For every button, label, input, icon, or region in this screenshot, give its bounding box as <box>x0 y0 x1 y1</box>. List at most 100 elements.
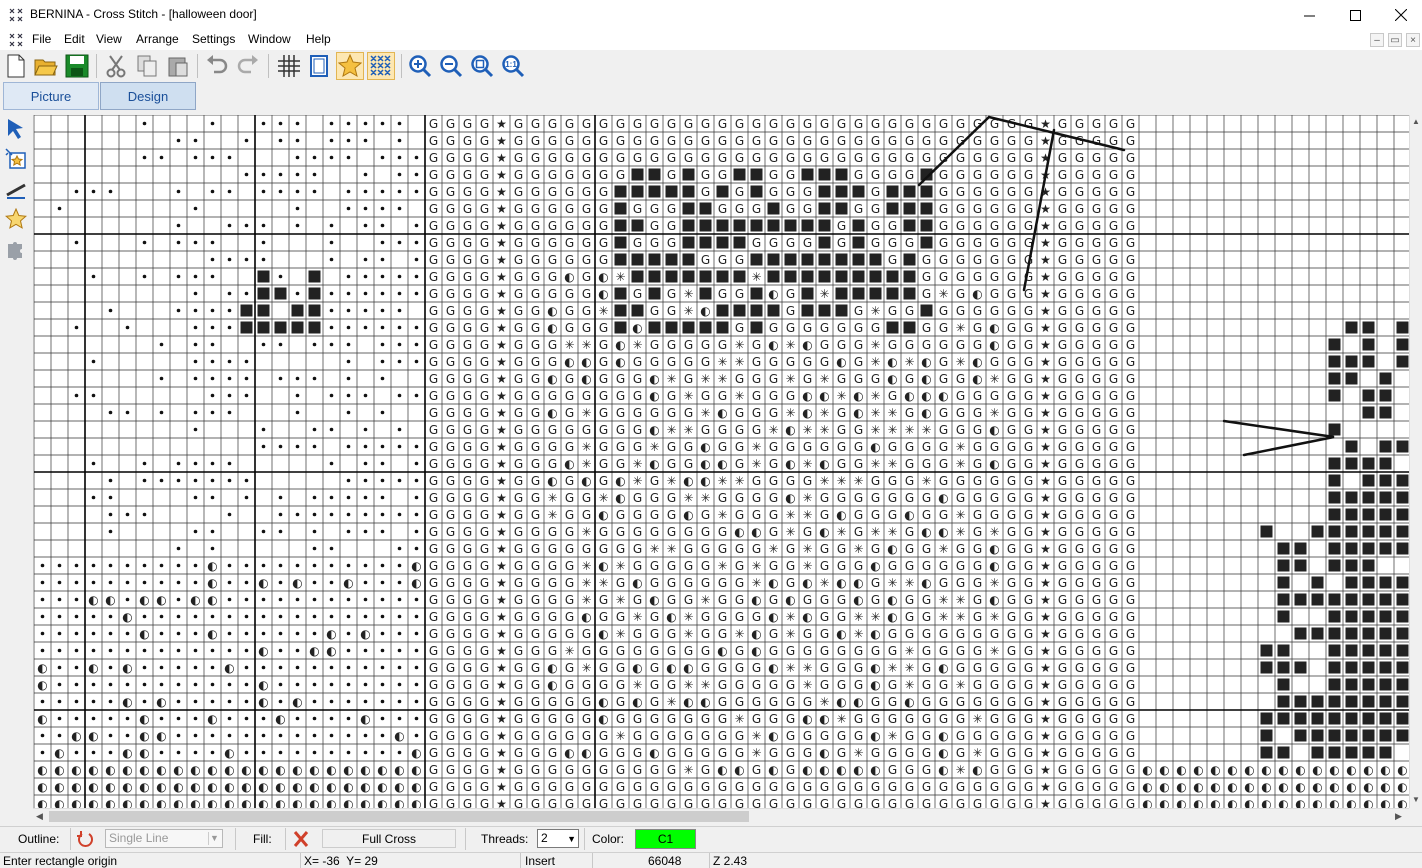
svg-text:✳: ✳ <box>938 287 948 301</box>
svg-text:✳: ✳ <box>683 627 693 641</box>
menu-arrange[interactable]: Arrange <box>136 32 179 46</box>
svg-text:✳: ✳ <box>819 474 829 488</box>
svg-text:G: G <box>701 355 710 369</box>
svg-text:G: G <box>1058 593 1067 607</box>
page-button[interactable] <box>305 52 333 80</box>
svg-text:G: G <box>803 729 812 743</box>
backstitch-tool-button[interactable] <box>3 176 29 202</box>
svg-text:G: G <box>701 508 710 522</box>
maximize-button[interactable] <box>1332 0 1378 30</box>
svg-text:G: G <box>769 134 778 148</box>
paste-button[interactable] <box>164 52 192 80</box>
svg-text:G: G <box>599 763 608 777</box>
horizontal-scroll-thumb[interactable] <box>49 811 749 822</box>
svg-text:G: G <box>1109 457 1118 471</box>
svg-text:◐: ◐ <box>1312 763 1322 777</box>
zoom-out-button[interactable] <box>437 52 465 80</box>
svg-text:◐: ◐ <box>207 627 217 641</box>
grid-button[interactable] <box>275 52 303 80</box>
star-stitch-tool-button[interactable] <box>3 206 29 232</box>
save-button[interactable] <box>63 52 91 80</box>
color-swatch-button[interactable]: C1 <box>635 829 696 849</box>
new-button[interactable] <box>2 52 30 80</box>
svg-text:G: G <box>667 117 676 131</box>
svg-text:G: G <box>718 610 727 624</box>
zoom-1to1-button[interactable]: 1:1 <box>499 52 527 80</box>
svg-text:G: G <box>905 610 914 624</box>
cross-stitch-chart[interactable]: G G G G ★ G G G G G G G G G G G G G G G G G G G G G G G G G G G G G G G ★ G G G… <box>34 115 1409 808</box>
stitch-canvas[interactable]: G G G G ★ G G G G G G G G G G G G G G G G G G G G G G G G G G G G G G G ★ G G G… <box>33 115 1409 808</box>
svg-text:G: G <box>1075 746 1084 760</box>
svg-text:◐: ◐ <box>394 780 404 794</box>
outline-toggle-button[interactable] <box>74 829 96 849</box>
svg-text:G: G <box>667 593 676 607</box>
svg-text:G: G <box>684 457 693 471</box>
svg-text:✳: ✳ <box>904 355 914 369</box>
close-button[interactable] <box>1378 0 1422 30</box>
cross-fill-button[interactable] <box>367 52 395 80</box>
tab-picture[interactable]: Picture <box>3 82 99 110</box>
svg-text:G: G <box>820 151 829 165</box>
svg-text:★: ★ <box>1040 270 1051 284</box>
svg-text:G: G <box>718 389 727 403</box>
zoom-fit-button[interactable] <box>468 52 496 80</box>
svg-text:G: G <box>718 423 727 437</box>
menu-file[interactable]: File <box>32 32 51 46</box>
svg-text:G: G <box>463 729 472 743</box>
select-tool-button[interactable] <box>3 115 29 141</box>
zoom-in-button[interactable] <box>406 52 434 80</box>
svg-text:G: G <box>990 253 999 267</box>
svg-text:G: G <box>565 321 574 335</box>
svg-text:G: G <box>582 729 591 743</box>
svg-text:G: G <box>1109 406 1118 420</box>
svg-text:★: ★ <box>496 678 507 692</box>
copy-button[interactable] <box>133 52 161 80</box>
outline-style-select[interactable]: Single Line ▼ <box>105 829 223 848</box>
svg-text:G: G <box>1058 423 1067 437</box>
vertical-scrollbar[interactable]: ▲ ▼ <box>1409 115 1422 808</box>
menu-edit[interactable]: Edit <box>64 32 85 46</box>
minimize-button[interactable] <box>1286 0 1332 30</box>
horizontal-scrollbar[interactable]: ◀ ▶ <box>33 808 1409 824</box>
svg-text:G: G <box>633 151 642 165</box>
undo-button[interactable] <box>203 52 231 80</box>
star-stitch-button[interactable] <box>336 52 364 80</box>
svg-text:G: G <box>429 763 438 777</box>
scroll-up-icon[interactable]: ▲ <box>1412 117 1420 126</box>
scroll-right-icon[interactable]: ▶ <box>1395 811 1402 822</box>
threads-select[interactable]: 2 ▼ <box>537 829 579 848</box>
tab-design[interactable]: Design <box>100 82 196 110</box>
fill-type-button[interactable]: Full Cross <box>322 829 456 848</box>
svg-text:G: G <box>1109 185 1118 199</box>
svg-text:◐: ◐ <box>819 712 829 726</box>
insert-image-button[interactable] <box>3 146 29 172</box>
svg-text:G: G <box>599 678 608 692</box>
scroll-down-icon[interactable]: ▼ <box>1412 795 1420 804</box>
svg-text:G: G <box>599 372 608 386</box>
mdi-minimize-button[interactable]: – <box>1370 33 1384 47</box>
fill-none-button[interactable] <box>290 829 314 849</box>
svg-text:G: G <box>480 253 489 267</box>
svg-text:✳: ✳ <box>955 457 965 471</box>
svg-text:G: G <box>1109 236 1118 250</box>
svg-text:G: G <box>582 797 591 808</box>
svg-text:◐: ◐ <box>717 406 727 420</box>
svg-text:G: G <box>446 151 455 165</box>
menu-window[interactable]: Window <box>248 32 291 46</box>
redo-button[interactable] <box>234 52 262 80</box>
mdi-close-button[interactable]: × <box>1406 33 1420 47</box>
svg-text:G: G <box>548 542 557 556</box>
svg-text:G: G <box>1007 287 1016 301</box>
mdi-restore-button[interactable]: ▭ <box>1388 33 1402 47</box>
svg-text:G: G <box>769 440 778 454</box>
cut-button[interactable] <box>102 52 130 80</box>
svg-text:G: G <box>735 151 744 165</box>
puzzle-tool-button[interactable] <box>3 236 29 262</box>
open-button[interactable] <box>32 52 60 80</box>
svg-text:★: ★ <box>1040 644 1051 658</box>
menu-help[interactable]: Help <box>306 32 331 46</box>
svg-text:◐: ◐ <box>224 780 234 794</box>
menu-view[interactable]: View <box>96 32 122 46</box>
menu-settings[interactable]: Settings <box>192 32 235 46</box>
scroll-left-icon[interactable]: ◀ <box>36 811 43 822</box>
